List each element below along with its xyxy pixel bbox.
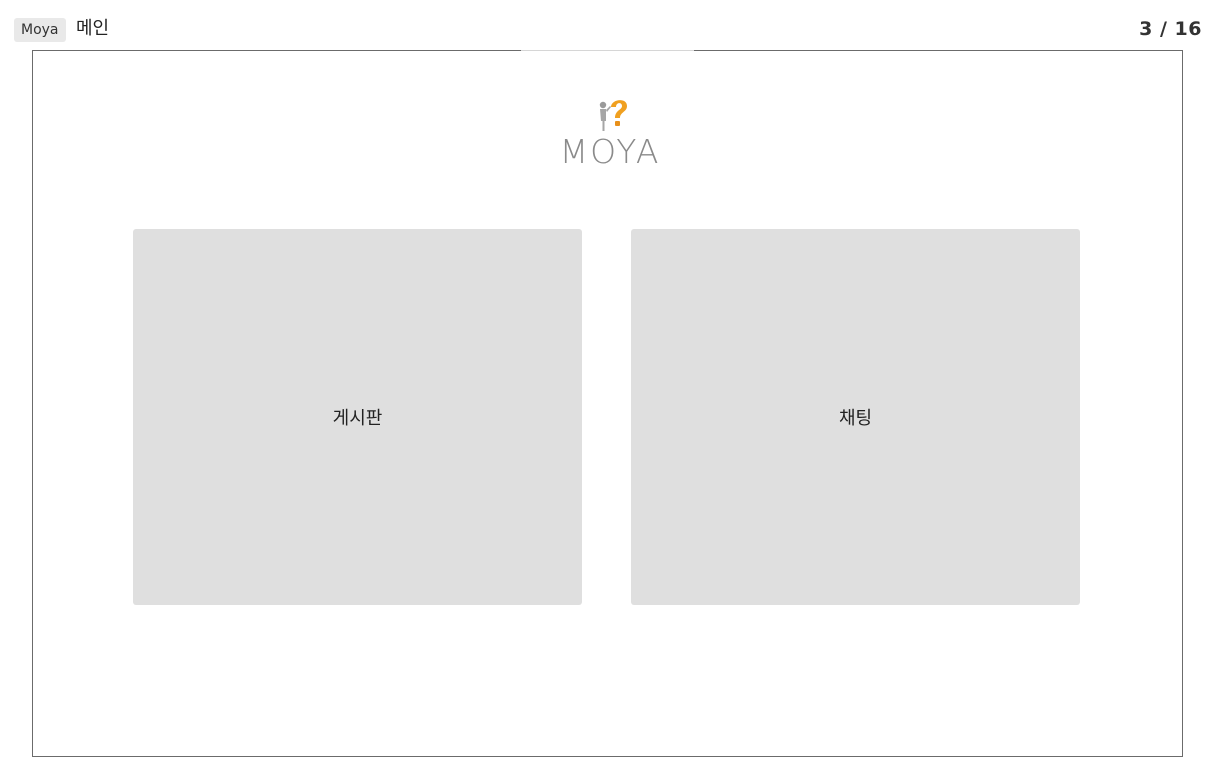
board-button[interactable]: 게시판	[133, 229, 582, 605]
chat-button[interactable]: 채팅	[631, 229, 1080, 605]
question-mark-figure-icon	[599, 100, 627, 131]
board-label: 게시판	[332, 408, 383, 429]
page-counter: 3 / 16	[1139, 18, 1202, 40]
app-tag: Moya	[14, 18, 66, 42]
header-bar: Moya 메인 3 / 16	[0, 0, 1209, 48]
moya-logo: MOYA	[545, 95, 675, 171]
page-title: 메인	[76, 18, 110, 39]
frame-divider	[521, 50, 694, 51]
logo-wordmark: MOYA	[559, 132, 661, 171]
screen-frame: MOYA 게시판 채팅	[32, 50, 1183, 757]
chat-label: 채팅	[838, 408, 873, 429]
